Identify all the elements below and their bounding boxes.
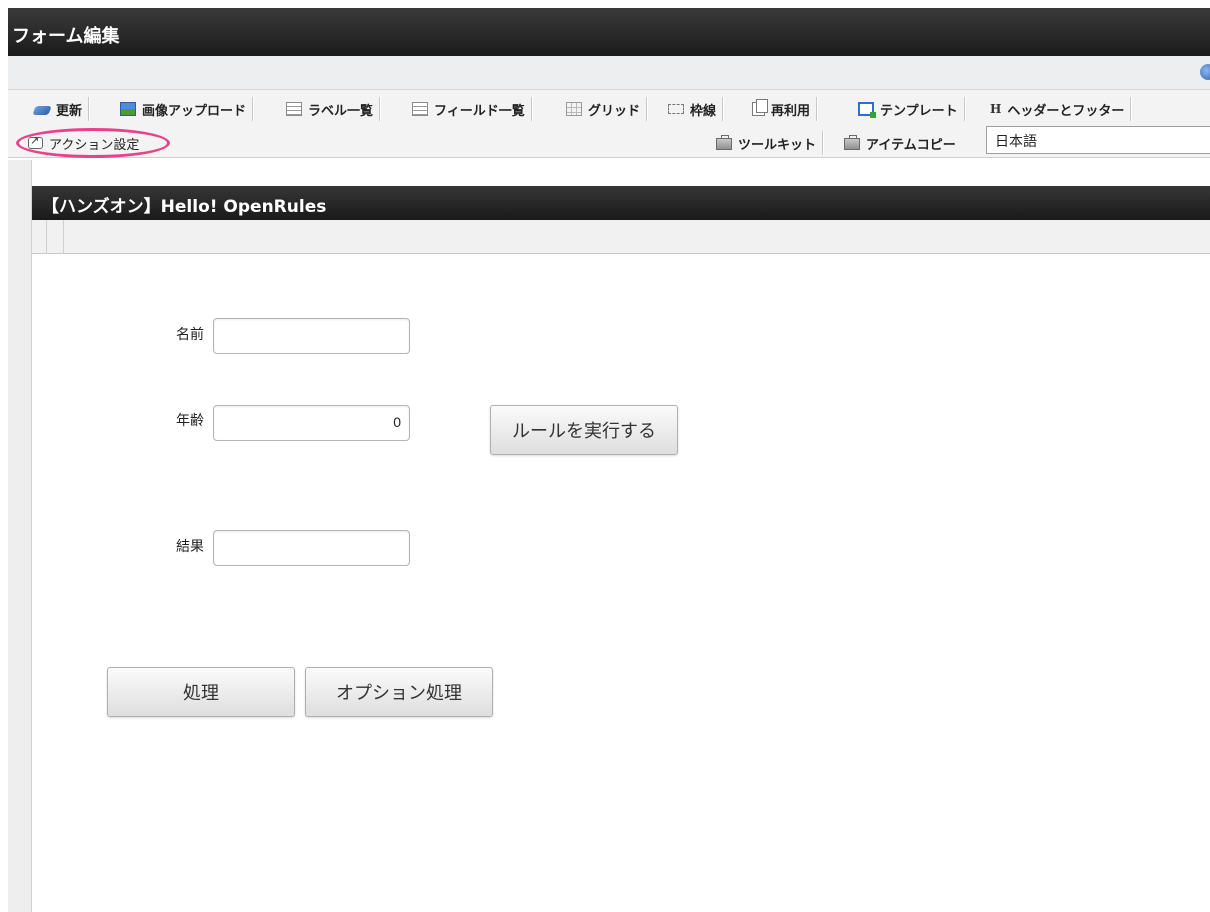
template-button[interactable]: テンプレート	[858, 94, 965, 124]
reuse-button[interactable]: 再利用	[752, 94, 818, 124]
label-list-label: ラベル一覧	[308, 103, 374, 119]
process-button[interactable]: 処理	[107, 667, 295, 717]
action-icon	[28, 134, 43, 149]
list-icon	[286, 102, 302, 116]
form-title: 【ハンズオン】Hello! OpenRules	[32, 186, 1210, 220]
template-icon	[858, 102, 876, 118]
subbar-cell	[46, 220, 64, 254]
help-icon[interactable]	[1200, 64, 1210, 80]
left-rail	[8, 160, 32, 912]
name-label: 名前	[176, 327, 204, 343]
action-settings-label: アクション設定	[49, 137, 140, 153]
header-footer-button[interactable]: H ヘッダーとフッター	[990, 94, 1132, 124]
option-process-button[interactable]: オプション処理	[305, 667, 493, 717]
toolkit-button[interactable]: ツールキット	[716, 128, 824, 158]
run-rules-button[interactable]: ルールを実行する	[490, 405, 678, 455]
sub-bar	[8, 56, 1210, 90]
copy-icon	[752, 99, 768, 116]
frame-button[interactable]: 枠線	[668, 94, 724, 124]
age-label: 年齢	[176, 413, 204, 429]
item-copy-button[interactable]: アイテムコピー	[844, 128, 956, 158]
window-title: フォーム編集	[8, 8, 1210, 56]
refresh-label: 更新	[56, 103, 83, 119]
field-list-label: フィールド一覧	[434, 103, 525, 119]
reuse-label: 再利用	[771, 103, 811, 119]
header-footer-icon: H	[990, 102, 1002, 116]
age-field[interactable]: 0	[213, 405, 410, 441]
frame-label: 枠線	[690, 103, 717, 119]
language-select[interactable]: 日本語	[986, 126, 1210, 154]
toolkit-label: ツールキット	[738, 137, 817, 153]
image-upload-label: 画像アップロード	[142, 103, 247, 119]
header-footer-label: ヘッダーとフッター	[1007, 103, 1125, 119]
frame-icon	[668, 104, 684, 114]
action-settings-button[interactable]: アクション設定	[28, 128, 139, 158]
toolkit-icon	[844, 135, 860, 150]
result-label: 結果	[176, 539, 204, 555]
item-copy-label: アイテムコピー	[866, 137, 956, 153]
result-field[interactable]	[213, 530, 410, 566]
form-subbar	[32, 220, 1210, 254]
name-field[interactable]	[213, 318, 410, 354]
grid-icon	[566, 102, 582, 116]
refresh-icon	[32, 106, 52, 115]
grid-label: グリッド	[588, 103, 641, 119]
toolkit-icon	[716, 135, 732, 150]
field-list-button[interactable]: フィールド一覧	[412, 94, 532, 124]
image-upload-button[interactable]: 画像アップロード	[120, 94, 254, 124]
grid-button[interactable]: グリッド	[566, 94, 648, 124]
label-list-button[interactable]: ラベル一覧	[286, 94, 381, 124]
refresh-button[interactable]: 更新	[32, 94, 90, 124]
template-label: テンプレート	[880, 103, 958, 119]
image-upload-icon	[120, 102, 136, 116]
list-icon	[412, 102, 428, 116]
